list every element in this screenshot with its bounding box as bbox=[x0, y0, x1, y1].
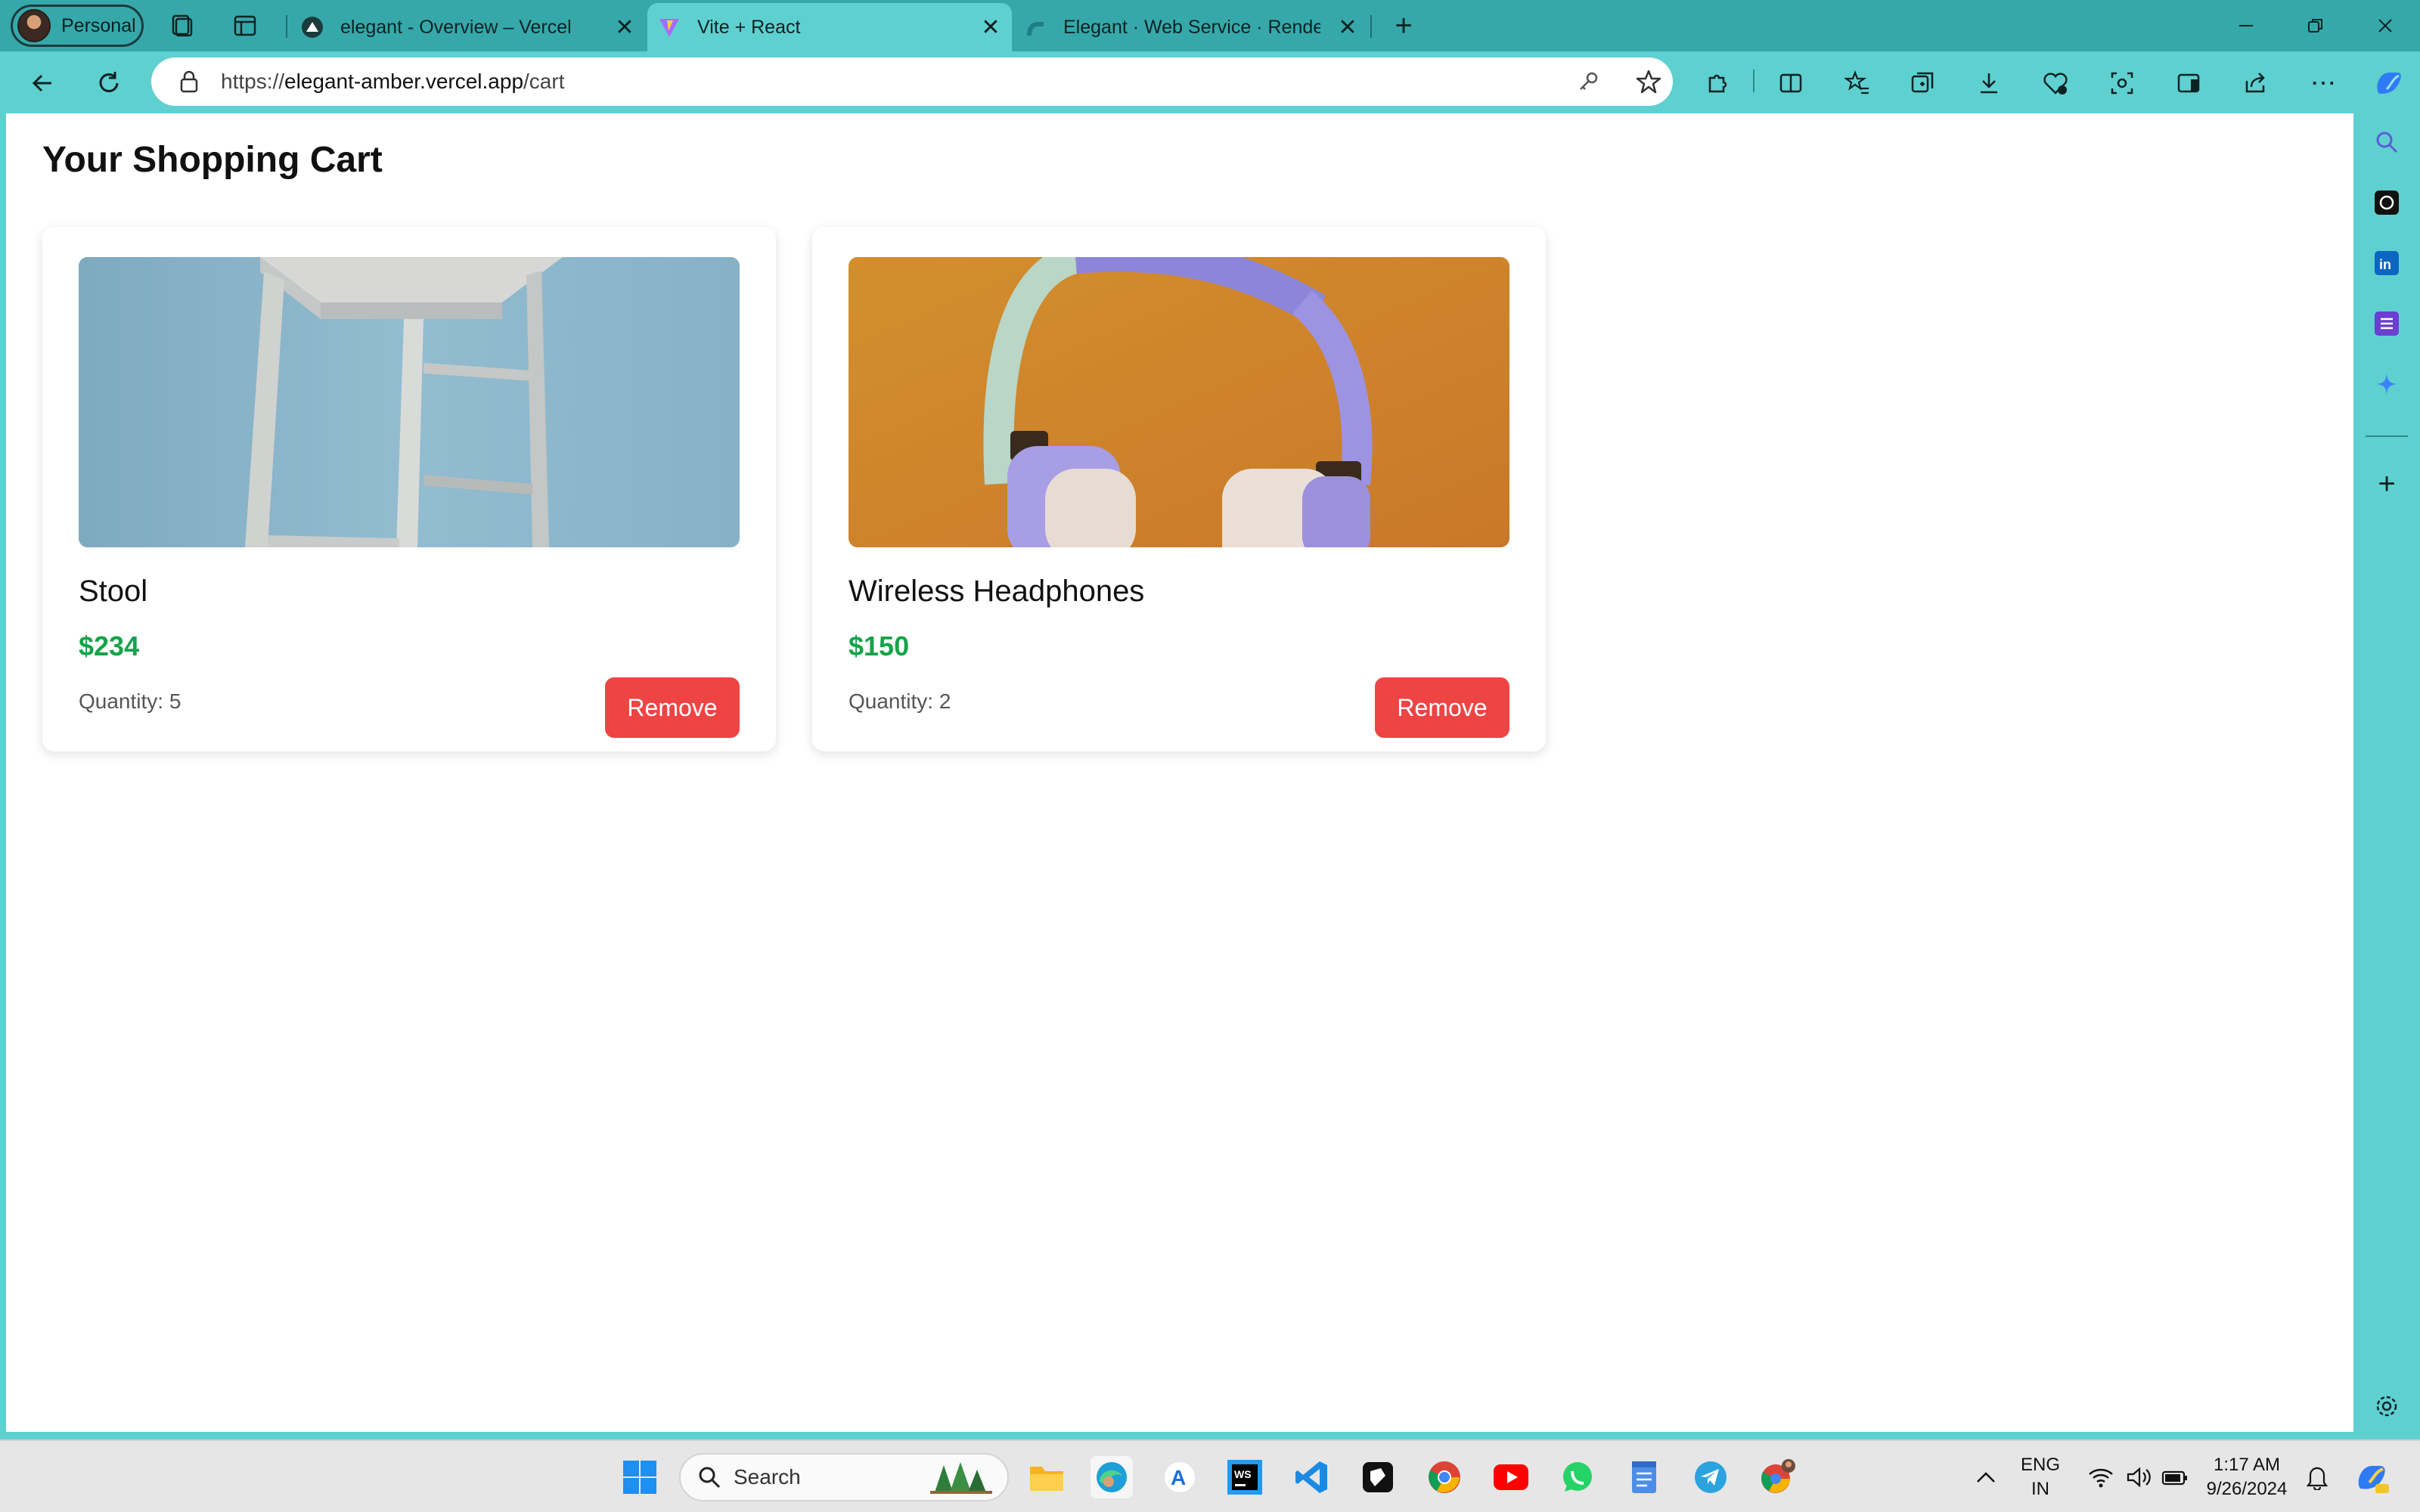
edge-browser-icon[interactable] bbox=[1091, 1456, 1133, 1498]
wifi-icon[interactable] bbox=[2080, 1456, 2122, 1498]
cart-item-card: Stool $234 Quantity: 5 Remove bbox=[42, 227, 776, 751]
product-name: Stool bbox=[79, 575, 148, 608]
close-tab-icon[interactable]: ✕ bbox=[1334, 14, 1361, 41]
battery-icon[interactable] bbox=[2154, 1456, 2196, 1498]
notifications-icon[interactable] bbox=[2296, 1456, 2338, 1498]
restore-icon[interactable] bbox=[2297, 8, 2334, 44]
svg-text:in: in bbox=[2379, 257, 2391, 272]
tab-render[interactable]: Elegant · Web Service · Render D ✕ bbox=[1013, 3, 1369, 51]
copilot-icon[interactable] bbox=[2370, 65, 2406, 101]
tab-separator bbox=[286, 15, 287, 38]
vscode-icon[interactable] bbox=[1290, 1456, 1333, 1498]
downloads-icon[interactable] bbox=[1971, 65, 2007, 101]
cube-app-icon[interactable] bbox=[1357, 1456, 1399, 1498]
svg-text:WS: WS bbox=[1234, 1468, 1252, 1480]
product-quantity: Quantity: 5 bbox=[79, 689, 182, 713]
tab-vercel[interactable]: elegant - Overview – Vercel ✕ bbox=[290, 3, 646, 51]
tasks-icon[interactable] bbox=[2369, 305, 2405, 342]
search-highlight-icon bbox=[927, 1459, 995, 1499]
close-tab-icon[interactable]: ✕ bbox=[611, 14, 638, 41]
chrome-icon[interactable] bbox=[1423, 1456, 1466, 1498]
webstorm-icon[interactable]: WS bbox=[1224, 1456, 1266, 1498]
search-icon[interactable] bbox=[2369, 124, 2405, 160]
youtube-icon[interactable] bbox=[1490, 1456, 1532, 1498]
product-image-headphones bbox=[849, 257, 1509, 547]
toolbar-separator bbox=[1753, 70, 1754, 92]
close-tab-icon[interactable]: ✕ bbox=[977, 14, 1004, 41]
vite-icon bbox=[658, 16, 681, 39]
profile-button[interactable]: Personal bbox=[11, 5, 144, 47]
windows-taskbar: Search A WS ENG IN 1:17 AM 9/26/2024 bbox=[0, 1439, 2420, 1512]
notepad-icon[interactable] bbox=[1623, 1456, 1665, 1498]
favorite-star-icon[interactable] bbox=[1635, 68, 1662, 95]
product-price: $150 bbox=[849, 631, 910, 662]
extensions-icon[interactable] bbox=[1699, 65, 1735, 101]
edge-sidebar: in + bbox=[2353, 113, 2420, 1432]
linkedin-icon[interactable]: in bbox=[2369, 245, 2405, 281]
minimize-icon[interactable] bbox=[2228, 8, 2264, 44]
tab-vite-react[interactable]: Vite + React ✕ bbox=[647, 3, 1012, 51]
vercel-icon bbox=[301, 16, 324, 39]
product-image-stool bbox=[79, 257, 740, 547]
sidebar-divider bbox=[2366, 435, 2408, 437]
sidebar-settings-icon[interactable] bbox=[2369, 1388, 2405, 1424]
refresh-icon[interactable] bbox=[91, 65, 127, 101]
whatsapp-icon[interactable] bbox=[1556, 1456, 1599, 1498]
tab-title: elegant - Overview – Vercel bbox=[340, 16, 572, 38]
back-icon[interactable] bbox=[24, 65, 60, 101]
browser-toolbar: https://elegant-amber.vercel.app/cart ⋯ bbox=[0, 51, 2420, 113]
remove-button[interactable]: Remove bbox=[605, 677, 740, 738]
collections-icon[interactable] bbox=[1904, 65, 1941, 101]
browser-essentials-icon[interactable] bbox=[2037, 65, 2074, 101]
svg-text:A: A bbox=[1171, 1466, 1186, 1489]
clock-time: 1:17 AM bbox=[2213, 1455, 2281, 1475]
clock-date: 9/26/2024 bbox=[2206, 1479, 2288, 1499]
chatgpt-icon[interactable] bbox=[2369, 184, 2405, 221]
split-screen-icon[interactable] bbox=[1773, 65, 1809, 101]
tab-actions-icon[interactable] bbox=[230, 11, 260, 41]
address-bar[interactable]: https://elegant-amber.vercel.app/cart bbox=[151, 57, 1673, 106]
copilot-sparkle-icon[interactable] bbox=[2369, 366, 2405, 402]
chrome-profile-icon[interactable] bbox=[1756, 1456, 1798, 1498]
add-sidebar-app-icon[interactable]: + bbox=[2369, 466, 2405, 502]
render-icon bbox=[1024, 16, 1047, 39]
input-language[interactable]: ENG IN bbox=[2012, 1453, 2069, 1501]
sidebar-toggle-icon[interactable] bbox=[2170, 65, 2207, 101]
close-window-icon[interactable] bbox=[2367, 8, 2403, 44]
telegram-icon[interactable] bbox=[1689, 1456, 1732, 1498]
page-title: Your Shopping Cart bbox=[42, 140, 383, 180]
new-tab-icon[interactable]: + bbox=[1388, 9, 1419, 42]
profile-label: Personal bbox=[61, 14, 136, 36]
app-store-icon[interactable]: A bbox=[1159, 1456, 1201, 1498]
product-price: $234 bbox=[79, 631, 140, 662]
more-options-icon[interactable]: ⋯ bbox=[2305, 65, 2341, 101]
share-icon[interactable] bbox=[2237, 65, 2273, 101]
search-icon bbox=[697, 1465, 721, 1489]
file-explorer-icon[interactable] bbox=[1025, 1456, 1068, 1498]
key-icon[interactable] bbox=[1575, 68, 1602, 95]
avatar bbox=[17, 9, 51, 42]
url-text: https://elegant-amber.vercel.app/cart bbox=[221, 70, 565, 93]
search-placeholder: Search bbox=[734, 1465, 801, 1489]
product-name: Wireless Headphones bbox=[849, 575, 1145, 608]
workspaces-icon[interactable] bbox=[166, 11, 197, 41]
copilot-taskbar-icon[interactable] bbox=[2350, 1456, 2393, 1498]
favorites-icon[interactable] bbox=[1839, 65, 1876, 101]
windows-start-icon[interactable] bbox=[619, 1456, 661, 1498]
tab-title: Elegant · Web Service · Render D bbox=[1063, 16, 1320, 38]
screenshot-icon[interactable] bbox=[2104, 65, 2140, 101]
lock-icon[interactable] bbox=[177, 70, 201, 94]
browser-titlebar: Personal elegant - Overview – Vercel ✕ V… bbox=[0, 0, 2420, 51]
show-hidden-icons-icon[interactable] bbox=[1965, 1456, 2007, 1498]
clock[interactable]: 1:17 AM 9/26/2024 bbox=[2201, 1453, 2293, 1501]
product-quantity: Quantity: 2 bbox=[849, 689, 951, 713]
taskbar-search[interactable]: Search bbox=[679, 1453, 1009, 1501]
remove-button[interactable]: Remove bbox=[1375, 677, 1509, 738]
tab-title: Vite + React bbox=[697, 16, 801, 38]
cart-item-card: Wireless Headphones $150 Quantity: 2 Rem… bbox=[812, 227, 1546, 751]
tab-separator bbox=[1370, 15, 1372, 38]
page-viewport: Your Shopping Cart Stool $234 Quantity: … bbox=[6, 113, 2353, 1432]
